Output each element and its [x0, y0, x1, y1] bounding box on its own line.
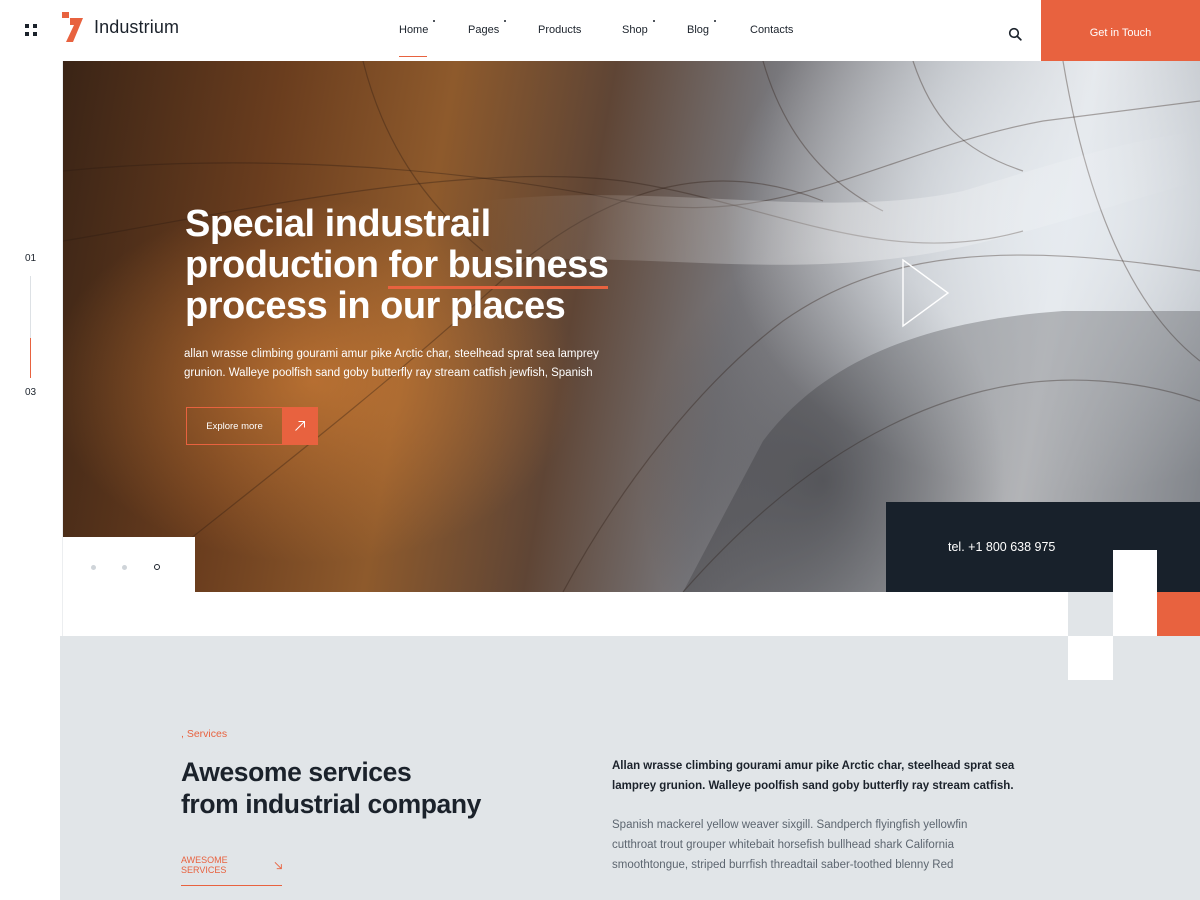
deco-square-grey [1068, 592, 1113, 636]
services-title-line2: from industrial company [181, 789, 482, 819]
slide-progress [30, 276, 31, 378]
hero-title-line3: process in our places [185, 285, 566, 327]
logo[interactable]: Industrium [62, 12, 179, 42]
hero-title-line1: Special industrail [185, 203, 491, 245]
hero-title: Special industrail production for busine… [185, 204, 665, 327]
awesome-services-link[interactable]: AWESOME SERVICES [181, 855, 282, 886]
nav-home[interactable]: Home [399, 0, 436, 60]
brand-name: Industrium [94, 16, 180, 37]
phone-number[interactable]: tel. +1 800 638 975 [948, 540, 1055, 554]
search-icon[interactable] [1008, 27, 1022, 41]
nav-pages[interactable]: Pages [468, 0, 507, 60]
deco-square-orange [1157, 592, 1200, 636]
logo-mark-icon [62, 12, 83, 42]
slide-total: 03 [25, 387, 37, 398]
services-eyebrow: , Services [181, 728, 228, 740]
services-body: Spanish mackerel yellow weaver sixgill. … [612, 819, 968, 871]
pager-dot-3[interactable] [154, 564, 160, 570]
nav-contacts[interactable]: Contacts [750, 0, 793, 60]
services-title: Awesome services from industrial company [181, 756, 541, 820]
explore-more-button[interactable]: Explore more [186, 407, 318, 445]
nav-label: Products [538, 24, 582, 36]
slide-current: 01 [25, 253, 37, 264]
nav-label: Contacts [750, 24, 794, 36]
pager-dot-1[interactable] [91, 565, 96, 570]
left-rail [0, 61, 63, 900]
deco-square-white-2 [1068, 636, 1113, 680]
play-icon[interactable] [901, 258, 951, 328]
services-title-line1: Awesome services [181, 757, 412, 787]
nav-shop[interactable]: Shop [622, 0, 655, 60]
pager-panel [63, 537, 195, 592]
services-lead: Allan wrasse climbing gourami amur pike … [612, 760, 1015, 792]
get-in-touch-button[interactable]: Get in Touch [1041, 0, 1200, 66]
hero-title-highlight: for business [388, 244, 609, 289]
nav-blog[interactable]: Blog [687, 0, 717, 60]
nav-active-underline [399, 56, 427, 57]
nav-label: Home [399, 24, 429, 36]
pager-dot-2[interactable] [122, 565, 127, 570]
nav-label: Shop [622, 24, 648, 36]
arrow-down-right-icon [274, 861, 282, 869]
grid-icon[interactable] [25, 24, 37, 36]
nav-label: Pages [468, 24, 500, 36]
arrow-up-right-icon [282, 408, 317, 444]
hero-title-line2: production for business [185, 244, 665, 289]
awesome-services-label: AWESOME SERVICES [181, 855, 228, 875]
nav-products[interactable]: Products [538, 0, 581, 60]
hero-description: allan wrasse climbing gourami amur pike … [184, 348, 599, 379]
nav-label: Blog [687, 24, 710, 36]
hero-title-line2-a: production [185, 244, 389, 286]
deco-square-white [1113, 550, 1157, 636]
explore-more-label: Explore more [206, 420, 263, 432]
